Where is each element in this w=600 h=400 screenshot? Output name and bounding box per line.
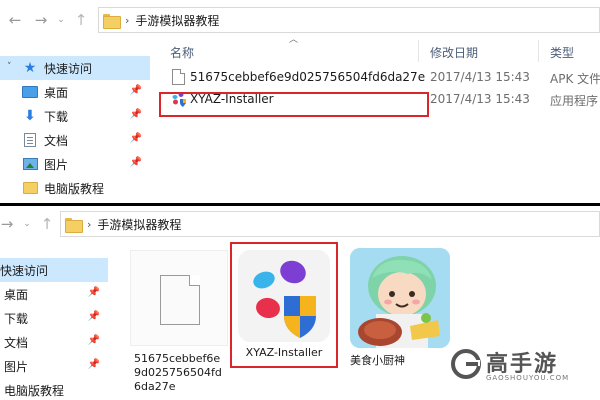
sidebar-item-desktop[interactable]: 桌面 📌 [0, 80, 150, 104]
recent-dropdown-button[interactable]: ⌄ [20, 212, 34, 236]
game-tile[interactable]: 美食小厨神 [346, 248, 454, 378]
sort-ascending-icon: ︿ [289, 35, 299, 45]
file-tile[interactable]: 51675cebbef6e 9d025756504fd 6da27e [130, 250, 228, 400]
breadcrumb[interactable]: 手游模拟器教程 [97, 216, 181, 233]
back-button[interactable]: ← [2, 8, 28, 32]
column-type[interactable]: 类型 [550, 44, 574, 61]
sidebar-item-downloads[interactable]: ⬇ 下载 📌 [0, 104, 150, 128]
sidebar-item-label: 文档 [4, 335, 29, 350]
tile-label: 美食小厨神 [350, 354, 405, 367]
tile-thumbnail [350, 248, 450, 348]
tile-label: XYAZ-Installer [245, 346, 323, 359]
sidebar-item-label: 下载 [4, 311, 29, 326]
pin-icon[interactable]: 📌 [88, 311, 100, 322]
sidebar-item-label: 快速访问 [0, 263, 49, 278]
sidebar-item-label: 电脑版教程 [4, 383, 65, 398]
sidebar-item-label: 快速访问 [44, 61, 93, 76]
collapse-arrow-icon[interactable]: ˅ [7, 62, 12, 72]
folder-icon [22, 182, 38, 194]
game-app-icon [350, 248, 450, 348]
sidebar-item-label: 下载 [44, 109, 69, 124]
file-name: 51675cebbef6e9d025756504fd6da27e [190, 70, 426, 84]
sidebar-item-label: 文档 [44, 133, 69, 148]
chevron-right-icon: › [125, 13, 130, 27]
desktop-icon [22, 86, 38, 98]
sidebar-item-label: 图片 [44, 157, 69, 172]
navigation-pane: 快速访问 桌面 📌 下载 📌 文档 📌 图片 📌 电脑版教程 [0, 258, 108, 400]
explorer-window-icons: → ⌄ ↑ › 手游模拟器教程 快速访问 桌面 📌 下载 📌 文档 📌 图片 📌 [0, 206, 600, 400]
watermark-logo-icon [451, 349, 481, 379]
pin-icon[interactable]: 📌 [88, 287, 100, 298]
sidebar-item-documents[interactable]: 文档 📌 [0, 128, 150, 152]
up-button[interactable]: ↑ [34, 212, 60, 236]
breadcrumb[interactable]: 手游模拟器教程 [135, 12, 219, 29]
folder-icon [65, 217, 83, 233]
sidebar-item-pictures[interactable]: 图片 📌 [0, 152, 150, 176]
column-divider[interactable] [418, 40, 419, 62]
recent-dropdown-button[interactable]: ⌄ [54, 8, 68, 32]
forward-button[interactable]: → [28, 8, 54, 32]
sidebar-item-label: 桌面 [44, 85, 69, 100]
sidebar-item-desktop[interactable]: 桌面 📌 [0, 282, 108, 306]
navigation-pane: ˅ ★ 快速访问 桌面 📌 ⬇ 下载 📌 文档 📌 图片 📌 电脑版教程 [0, 56, 150, 200]
address-bar[interactable]: › 手游模拟器教程 [98, 7, 600, 33]
watermark-subtext: GAOSHOUYOU.COM [486, 374, 570, 382]
column-divider[interactable] [538, 40, 539, 62]
pin-icon[interactable]: 📌 [130, 85, 142, 96]
file-type: APK 文件 [550, 72, 600, 86]
file-type: 应用程序 [550, 94, 599, 108]
tile-label-line: 51675cebbef6e [134, 352, 221, 365]
address-row: → ⌄ ↑ › 手游模拟器教程 [0, 210, 600, 238]
xyaz-installer-tile[interactable]: XYAZ-Installer [230, 242, 338, 372]
folder-icon [103, 13, 121, 29]
xyaz-app-icon [253, 260, 316, 338]
pin-icon[interactable]: 📌 [130, 133, 142, 144]
file-date: 2017/4/13 15:43 [430, 92, 530, 106]
sidebar-item-label: 图片 [4, 359, 29, 374]
explorer-window-details: ← → ⌄ ↑ › 手游模拟器教程 ˅ ★ 快速访问 桌面 📌 ⬇ 下载 📌 文… [0, 0, 600, 206]
watermark: 高手游 GAOSHOUYOU.COM [450, 346, 580, 386]
pin-icon[interactable]: 📌 [130, 157, 142, 168]
file-date: 2017/4/13 15:43 [430, 70, 530, 84]
sidebar-item-downloads[interactable]: 下载 📌 [0, 306, 108, 330]
pin-icon[interactable]: 📌 [88, 335, 100, 346]
column-date[interactable]: 修改日期 [430, 44, 478, 61]
sidebar-item-quick-access[interactable]: 快速访问 [0, 258, 108, 282]
blank-file-icon [160, 275, 200, 325]
tile-label-line: 6da27e [134, 380, 176, 393]
sidebar-item-label: 电脑版教程 [44, 181, 105, 196]
address-row: ← → ⌄ ↑ › 手游模拟器教程 [0, 6, 600, 34]
column-name[interactable]: 名称 [170, 44, 194, 61]
star-icon: ★ [23, 60, 37, 76]
file-icon [172, 69, 185, 85]
pin-icon[interactable]: 📌 [88, 359, 100, 370]
pin-icon[interactable]: 📌 [130, 109, 142, 120]
sidebar-item-label: 桌面 [4, 287, 29, 302]
highlight-box [159, 92, 429, 117]
picture-icon [22, 158, 38, 170]
chevron-right-icon: › [87, 217, 92, 231]
sidebar-item-tutorial-folder[interactable]: 电脑版教程 [0, 176, 150, 200]
file-row[interactable]: 51675cebbef6e9d025756504fd6da27e 2017/4/… [160, 66, 600, 88]
tile-label-line: 9d025756504fd [134, 366, 222, 379]
tile-label: 51675cebbef6e 9d025756504fd 6da27e [134, 352, 228, 394]
download-icon: ⬇ [24, 108, 36, 124]
tile-thumbnail [238, 250, 330, 342]
document-icon [24, 133, 36, 147]
forward-button[interactable]: → [0, 212, 20, 236]
sidebar-item-pictures[interactable]: 图片 📌 [0, 354, 108, 378]
tile-thumbnail [130, 250, 228, 346]
sidebar-item-quick-access[interactable]: ˅ ★ 快速访问 [0, 56, 150, 80]
address-bar[interactable]: › 手游模拟器教程 [60, 211, 600, 237]
sidebar-item-tutorial-folder[interactable]: 电脑版教程 [0, 378, 108, 400]
up-button[interactable]: ↑ [68, 8, 94, 32]
sidebar-item-documents[interactable]: 文档 📌 [0, 330, 108, 354]
column-header-row: ︿ 名称 修改日期 类型 [160, 35, 600, 66]
